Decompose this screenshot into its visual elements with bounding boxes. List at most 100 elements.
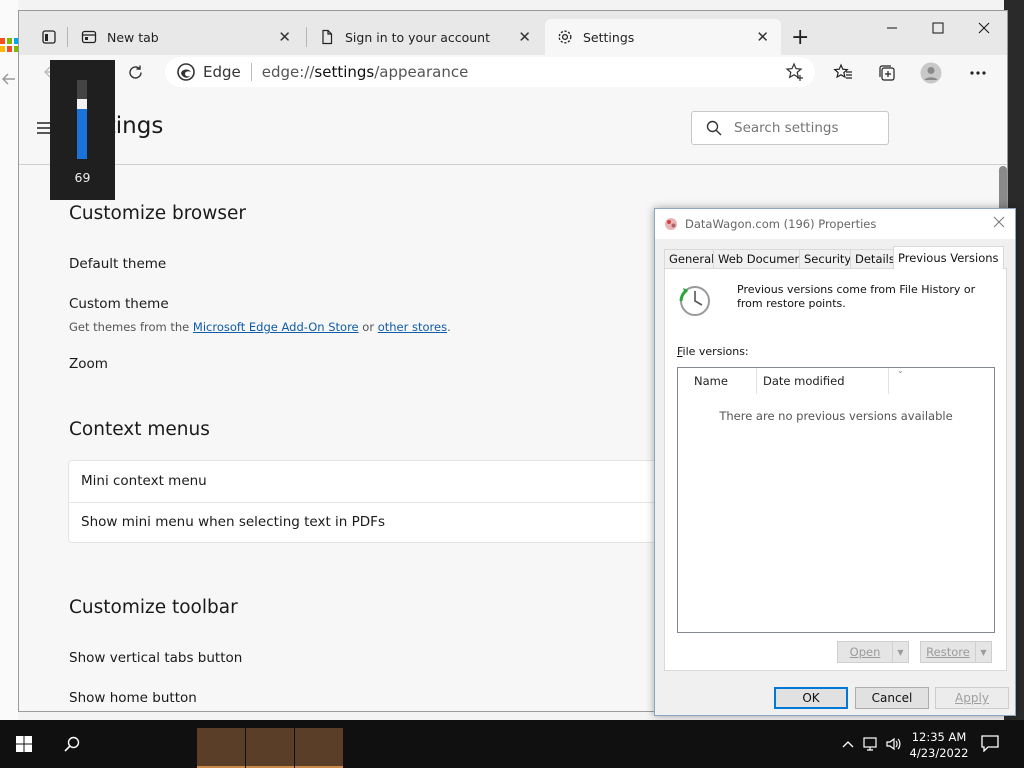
search-settings-field[interactable] <box>691 111 889 145</box>
custom-theme-label[interactable]: Custom theme <box>69 296 169 312</box>
section-title-customize-toolbar: Customize toolbar <box>69 597 238 618</box>
back-arrow-icon <box>2 73 15 85</box>
clock-time: 12:35 AM <box>911 730 967 744</box>
section-title-customize-browser: Customize browser <box>69 203 247 224</box>
file-versions-list[interactable]: Name Date modified ⌄ There are no previo… <box>677 366 995 633</box>
volume-knob <box>77 99 87 109</box>
favorites-button[interactable] <box>832 62 854 84</box>
zoom-label[interactable]: Zoom <box>69 356 108 372</box>
settings-header: Settings <box>19 89 1007 165</box>
open-button-label: Open <box>849 645 881 659</box>
system-tray: 12:35 AM 4/23/2022 <box>0 720 1024 768</box>
new-tab-button[interactable]: + <box>791 25 809 50</box>
address-bar[interactable]: Edge edge://settings/appearance <box>165 57 815 87</box>
collections-button[interactable] <box>876 62 898 84</box>
search-settings-input[interactable] <box>734 120 874 136</box>
search-icon <box>706 120 722 136</box>
dropdown-arrow-icon[interactable]: ▼ <box>975 642 991 662</box>
url-host: settings <box>314 63 375 81</box>
more-menu-button[interactable] <box>967 62 989 84</box>
custom-theme-sub-prefix: Get themes from the <box>69 320 193 334</box>
volume-value: 69 <box>74 170 91 185</box>
profile-button[interactable] <box>920 62 942 84</box>
refresh-button[interactable] <box>121 58 149 86</box>
volume-fill <box>77 104 87 159</box>
clock-date: 4/23/2022 <box>909 746 969 760</box>
section-title-context-menus: Context menus <box>69 419 210 440</box>
tab-web-document[interactable]: Web Document <box>713 249 812 268</box>
gear-icon <box>557 29 573 45</box>
column-header-date-label: Date modified <box>763 374 845 388</box>
addon-store-link[interactable]: Microsoft Edge Add-On Store <box>193 320 359 334</box>
tab-general[interactable]: General <box>664 249 720 268</box>
default-theme-label[interactable]: Default theme <box>69 256 166 272</box>
tab-bar: New tab ✕ Sign in to your account ✕ Sett… <box>19 11 1007 55</box>
tab-new-tab[interactable]: New tab ✕ <box>69 19 303 55</box>
dialog-titlebar[interactable]: DataWagon.com (196) Properties <box>655 209 1015 239</box>
tab-close-icon[interactable]: ✕ <box>278 28 291 46</box>
scrollbar-thumb[interactable] <box>999 166 1007 214</box>
dropdown-arrow-icon[interactable]: ▼ <box>892 642 908 662</box>
restore-button-label: Restore <box>926 645 970 659</box>
properties-dialog: DataWagon.com (196) Properties General W… <box>654 208 1016 716</box>
speaker-icon[interactable] <box>884 734 904 754</box>
chevron-up-icon[interactable] <box>838 734 858 754</box>
tab-label: New tab <box>107 29 159 45</box>
add-favorite-icon[interactable] <box>785 62 805 86</box>
url-path: /appearance <box>374 63 469 81</box>
dialog-close-icon[interactable] <box>993 213 1005 232</box>
tab-sign-in[interactable]: Sign in to your account ✕ <box>307 19 543 55</box>
more-dots-icon <box>970 71 986 75</box>
tab-close-icon[interactable]: ✕ <box>518 28 531 46</box>
refresh-icon <box>128 65 142 79</box>
restore-split-button[interactable]: Restore ▼ <box>920 641 992 663</box>
url-text: edge://settings/appearance <box>262 63 469 81</box>
apply-button[interactable]: Apply <box>935 687 1009 709</box>
tab-previous-versions[interactable]: Previous Versions <box>893 246 1004 269</box>
collections-icon <box>879 65 895 81</box>
avatar-icon <box>920 62 942 84</box>
favorites-icon <box>833 63 852 79</box>
custom-theme-sub-end: . <box>447 320 451 334</box>
address-bar-row: Edge edge://settings/appearance <box>19 55 1007 89</box>
home-button-label[interactable]: Show home button <box>69 690 197 706</box>
other-stores-link[interactable]: other stores <box>378 320 447 334</box>
tab-close-icon[interactable]: ✕ <box>756 28 769 46</box>
context-menus-card: Mini context menu Show mini menu when se… <box>68 460 668 543</box>
background-window-left-edge <box>0 0 19 720</box>
tab-settings[interactable]: Settings ✕ <box>545 19 781 55</box>
file-versions-label-text: ile versions: <box>682 345 749 358</box>
minimize-button[interactable] <box>869 15 915 41</box>
close-window-button[interactable] <box>961 15 1007 41</box>
document-file-icon <box>663 216 679 236</box>
address-divider <box>250 63 252 81</box>
mini-menu-pdf-row[interactable]: Show mini menu when selecting text in PD… <box>81 514 385 530</box>
vertical-tabs-button-label[interactable]: Show vertical tabs button <box>69 650 242 666</box>
maximize-button[interactable] <box>915 15 961 41</box>
new-tab-page-icon <box>81 29 97 45</box>
volume-track <box>77 80 87 159</box>
network-icon[interactable] <box>862 734 882 754</box>
mini-context-menu-row[interactable]: Mini context menu <box>81 473 207 489</box>
previous-versions-description: Previous versions come from File History… <box>737 283 976 310</box>
column-header-date-modified[interactable]: Date modified ⌄ <box>757 366 904 394</box>
taskbar-clock[interactable]: 12:35 AM 4/23/2022 <box>904 729 974 761</box>
tab-actions-menu[interactable] <box>29 19 57 55</box>
edge-brand-label: Edge <box>203 63 241 81</box>
taskbar: 12:35 AM 4/23/2022 <box>0 720 1024 768</box>
cancel-button[interactable]: Cancel <box>855 687 929 709</box>
dialog-title: DataWagon.com (196) Properties <box>685 217 877 231</box>
column-header-name[interactable]: Name <box>688 368 757 394</box>
microsoft-logo-icon <box>0 38 19 52</box>
edge-logo-icon <box>177 63 195 81</box>
notification-icon[interactable] <box>980 734 1002 754</box>
hamburger-menu-icon[interactable] <box>37 119 51 138</box>
tab-label: Sign in to your account <box>345 29 491 45</box>
url-scheme: edge:// <box>261 63 315 81</box>
tab-security[interactable]: Security <box>799 249 857 268</box>
volume-overlay: 69 <box>50 60 115 200</box>
card-divider <box>69 502 667 503</box>
open-split-button[interactable]: Open ▼ <box>837 641 909 663</box>
custom-theme-sub-or: or <box>358 320 378 334</box>
ok-button[interactable]: OK <box>774 687 848 709</box>
